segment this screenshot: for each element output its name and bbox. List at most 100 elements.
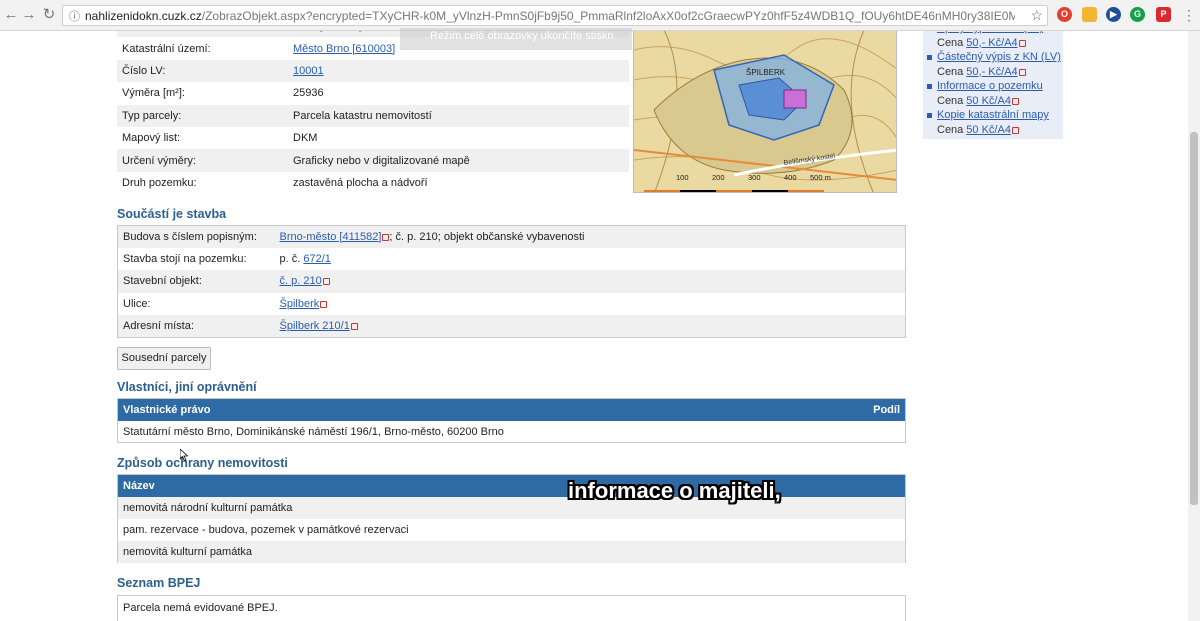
parcel-label: Mapový list: — [117, 126, 288, 150]
section-title-protection: Způsob ochrany nemovitosti — [117, 456, 288, 470]
parcel-label: Katastrální území: — [117, 37, 288, 60]
map-label-spilberk: ŠPILBERK — [746, 68, 786, 77]
address-label: Adresní místa: — [117, 315, 275, 338]
protection-row: pam. rezervace - budova, pozemek v památ… — [118, 519, 905, 541]
street-label: Ulice: — [117, 292, 275, 316]
external-link-icon[interactable] — [382, 233, 390, 241]
parcel-label: Druh pozemku: — [117, 171, 288, 195]
owners-table: Vlastnické právo Podíl Statutární město … — [117, 398, 906, 443]
stavba-table: Budova s číslem popisným: Brno-město [41… — [117, 225, 906, 338]
parcel-row: Typ parcely: Parcela katastru nemovitostí — [117, 104, 629, 127]
right-panel-item: Informace o pozemku — [927, 79, 1063, 94]
parcel-value-cell: DKM — [288, 126, 629, 150]
building-label: Budova s číslem popisným: — [117, 225, 275, 248]
address-bar[interactable]: ⓘ nahlizenidokn.cuzk.cz/ZobrazObjekt.asp… — [62, 5, 1048, 26]
price-link[interactable]: 50 Kč/A4 — [966, 95, 1011, 107]
price-prefix: Cena — [937, 123, 964, 136]
pdf-extension-icon[interactable]: P — [1156, 7, 1171, 22]
price-line: Cena 50,- Kč/A4 — [937, 36, 1063, 51]
parcel-label: Výměra [m²]: — [117, 82, 288, 105]
parcel-value-cell: Graficky nebo v digitalizované mapě — [288, 149, 629, 172]
right-panel-item: Částečný výpis z KN (LV) — [927, 50, 1063, 65]
video-subtitle: informace o majiteli, — [568, 478, 781, 503]
map-scale-label: 500 m — [810, 173, 831, 182]
price-link[interactable]: 50,- Kč/A4 — [966, 66, 1017, 78]
scrollbar-thumb[interactable] — [1190, 132, 1198, 505]
building-link[interactable]: Brno-město [411582] — [280, 231, 382, 243]
opera-extension-icon[interactable]: O — [1057, 7, 1072, 22]
info-icon[interactable]: ⓘ — [69, 8, 80, 24]
address-link[interactable]: Špilberk 210/1 — [280, 320, 350, 332]
document-link[interactable]: Informace o pozemku — [937, 80, 1043, 92]
parcel-row: Druh pozemku: zastavěná plocha a nádvoří — [117, 171, 629, 195]
protection-row: nemovitá kulturní památka — [118, 541, 905, 563]
section-title-bpej: Seznam BPEJ — [117, 576, 201, 590]
parcel-value: zastavěná plocha a nádvoří — [293, 176, 428, 189]
stands-link[interactable]: 672/1 — [303, 253, 331, 265]
parcel-label: Určení výměry: — [117, 149, 288, 172]
parcel-value-cell: Parcela katastru nemovitostí — [288, 104, 629, 127]
parcel-label: Typ parcely: — [117, 104, 288, 127]
map-scale-label: 100 — [676, 173, 689, 182]
map-drawing: ŠPILBERK Bellšmský kostel 100 200 300 400 50… — [634, 31, 896, 192]
parcel-value-link[interactable]: Brno [582786] — [293, 31, 362, 32]
parcel-row: Číslo LV: 10001 — [117, 59, 629, 83]
neighbor-parcels-button[interactable]: Sousední parcely — [117, 347, 211, 370]
price-line: Cena 50,- Kč/A4 — [937, 65, 1063, 80]
owners-col-share: Podíl — [873, 404, 900, 416]
url-text[interactable]: nahlizenidokn.cuzk.cz/ZobrazObjekt.aspx?… — [85, 9, 1015, 23]
external-link-icon[interactable] — [350, 323, 358, 330]
external-link-icon[interactable] — [320, 300, 328, 308]
back-icon[interactable]: ← — [2, 6, 20, 24]
document-link[interactable]: Kopie katastrální mapy — [937, 109, 1049, 121]
parcel-value: Parcela katastru nemovitostí — [293, 109, 432, 122]
bpej-box: Parcela nemá evidované BPEJ. — [117, 595, 906, 621]
fullscreen-notice: Režim celé obrazovky ukončíte stiskn — [400, 28, 632, 50]
page-scrollbar[interactable] — [1188, 31, 1200, 621]
menu-icon[interactable]: ⋮ — [1180, 6, 1198, 24]
extension-icon[interactable] — [1082, 7, 1097, 22]
parcel-value: 25936 — [293, 87, 324, 100]
cadastral-map[interactable]: ŠPILBERK Bellšmský kostel 100 200 300 400 50… — [633, 31, 897, 193]
browser-toolbar: ← → ↻ ⓘ nahlizenidokn.cuzk.cz/ZobrazObje… — [0, 0, 1200, 31]
price-prefix: Cena — [937, 65, 964, 78]
external-link-icon[interactable] — [1018, 68, 1026, 76]
building-detail: ; č. p. 210; objekt občanské vybavenosti — [389, 230, 585, 243]
parcel-row: Určení výměry: Graficky nebo v digitalizo… — [117, 149, 629, 172]
external-link-icon[interactable] — [322, 278, 330, 286]
parcel-info-table: Obec:Brno [582786]Katastrální území:Měst… — [117, 31, 629, 195]
parcel-value: DKM — [293, 132, 318, 145]
parcel-row: Mapový list: DKM — [117, 126, 629, 150]
document-link[interactable]: Částečný výpis z KN (LV) — [937, 51, 1061, 63]
bpej-text: Parcela nemá evidované BPEJ. — [123, 602, 278, 614]
map-scale-label: 300 — [748, 173, 761, 182]
external-link-icon[interactable] — [1011, 126, 1019, 134]
external-link-icon[interactable] — [1018, 39, 1026, 47]
stands-prefix: p. č. — [279, 253, 301, 266]
external-link-icon[interactable] — [1011, 97, 1019, 105]
map-scale-label: 400 — [784, 173, 797, 182]
street-link[interactable]: Špilberk — [280, 298, 320, 310]
object-label: Stavební objekt: — [117, 270, 275, 293]
grammarly-extension-icon[interactable]: G — [1130, 7, 1145, 22]
price-line: Cena 50 Kč/A4 — [937, 94, 1063, 109]
parcel-value: Graficky nebo v digitalizované mapě — [293, 154, 470, 167]
document-link[interactable]: Úplný výpis z KN (LV) — [937, 31, 1043, 34]
reload-icon[interactable]: ↻ — [40, 6, 58, 24]
page-content: Obec:Brno [582786]Katastrální území:Měst… — [0, 31, 1188, 621]
parcel-value-cell: 25936 — [288, 82, 629, 105]
object-link[interactable]: č. p. 210 — [280, 275, 322, 287]
forward-icon[interactable]: → — [20, 6, 38, 24]
parcel-value-link[interactable]: Město Brno [610003] — [293, 43, 395, 55]
owner-row: Statutární město Brno, Dominikánské námě… — [123, 426, 504, 438]
section-title-stavba: Součástí je stavba — [117, 207, 227, 221]
parcel-value-link[interactable]: 10001 — [293, 65, 324, 77]
price-prefix: Cena — [937, 94, 964, 107]
stands-label: Stavba stojí na pozemku: — [117, 247, 275, 271]
price-link[interactable]: 50,- Kč/A4 — [966, 37, 1017, 49]
bookmark-star-icon[interactable]: ☆ — [1030, 7, 1043, 24]
parcel-value-cell: zastavěná plocha a nádvoří — [288, 171, 629, 195]
owners-col-right: Vlastnické právo — [123, 404, 211, 416]
price-link[interactable]: 50 Kč/A4 — [966, 124, 1011, 136]
play-extension-icon[interactable]: ▶ — [1106, 7, 1121, 22]
